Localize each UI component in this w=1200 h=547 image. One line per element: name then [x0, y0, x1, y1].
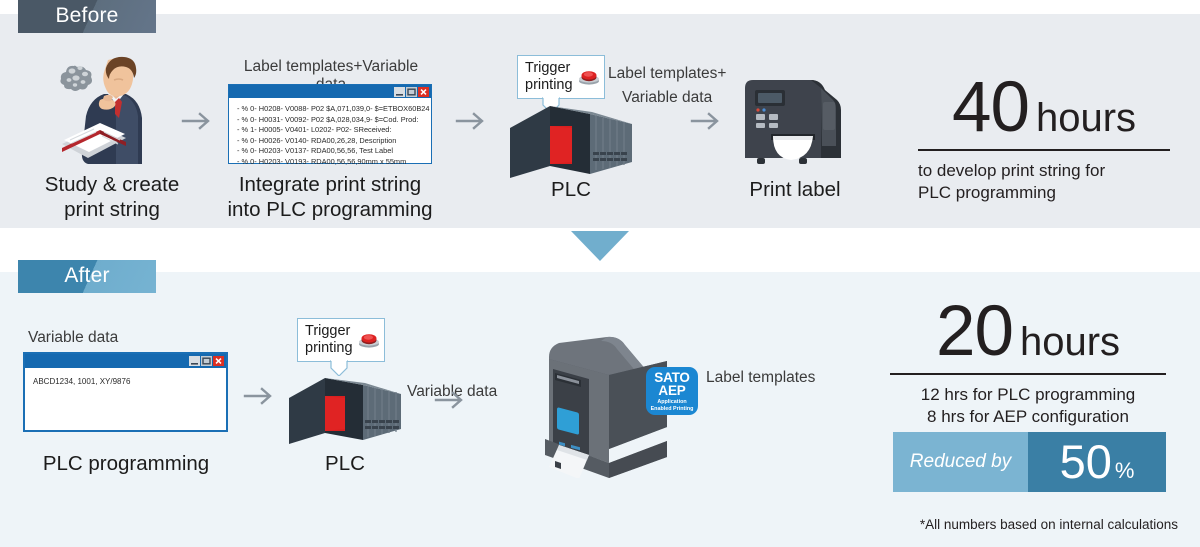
industrial-printer-illustration: [735, 66, 855, 170]
minimize-icon[interactable]: [394, 86, 405, 97]
stat-panel-before: 40 hours to develop print string for PLC…: [918, 72, 1170, 204]
reduced-by-label: Reduced by: [893, 432, 1028, 492]
window-title-bar: [229, 85, 431, 98]
stat-number-before: 40: [951, 68, 1030, 147]
trigger-printing-label: Trigger printing: [305, 323, 353, 356]
stat-subtext-before: to develop print string for PLC programm…: [918, 161, 1106, 202]
step-caption-plc-after: PLC: [325, 452, 365, 475]
trigger-printing-callout[interactable]: Trigger printing: [517, 55, 605, 113]
trigger-printing-label: Trigger printing: [525, 60, 573, 93]
close-icon[interactable]: [418, 86, 429, 97]
code-line: - % 0- H0203- V0193- RDA00,56,56,90mm x …: [237, 156, 407, 166]
variable-data-value: ABCD1234, 1001, XY/9876: [33, 377, 131, 386]
thought-cloud-icon: [60, 65, 92, 91]
desktop-printer-illustration: [497, 333, 669, 479]
step-caption-plc-before: PLC: [551, 178, 591, 201]
step-caption-study-create: Study & create print string: [44, 173, 180, 221]
code-line: - % 0- H0203- V0137- RDA00,56,56, Test L…: [237, 146, 393, 156]
stat-number-after: 20: [935, 292, 1014, 371]
aep-badge-line2: AEP: [658, 383, 686, 399]
variable-data-window[interactable]: ABCD1234, 1001, XY/9876: [23, 352, 228, 432]
minimize-icon[interactable]: [189, 356, 200, 366]
section-tab-before-label: Before: [55, 3, 119, 27]
step-caption-plc-programming: PLC programming: [42, 452, 210, 475]
aep-badge-sub2: Enabled Printing: [650, 405, 694, 412]
stat-divider: [918, 149, 1170, 151]
sato-aep-badge: SATO AEP Application Enabled Printing: [646, 367, 698, 415]
code-line: - % 0- H0031- V0092- P02 $A,028,034,9- $…: [237, 114, 419, 124]
step-caption-print-label: Print label: [749, 178, 841, 201]
variable-data-heading: Variable data: [28, 329, 119, 346]
label-templates-label: Label templates: [706, 369, 816, 386]
footnote: *All numbers based on internal calculati…: [919, 517, 1178, 532]
reduced-by-percent-sign: %: [1114, 458, 1135, 483]
section-tab-before: Before: [18, 0, 156, 33]
window-title-bar: [25, 354, 226, 368]
section-connector-arrow-icon: [571, 231, 629, 265]
stat-headline-before: 40 hours: [918, 72, 1170, 143]
flow-arrow-icon: [181, 110, 215, 132]
reduced-by-banner: Reduced by 50 %: [893, 432, 1166, 492]
red-push-button-icon[interactable]: [578, 69, 600, 85]
flow-arrow-icon: [690, 110, 724, 132]
reduced-by-value-group: 50 %: [1028, 432, 1166, 492]
flow-label-templates-variable-data: Label templates+ Variable data: [608, 65, 727, 106]
trigger-printing-callout[interactable]: Trigger printing: [297, 318, 385, 376]
section-tab-after: After: [18, 260, 156, 293]
close-icon[interactable]: [213, 356, 224, 366]
plc-cabinet-illustration: [285, 372, 405, 448]
stat-panel-after: 20 hours 12 hrs for PLC programming 8 hr…: [890, 296, 1166, 428]
stat-unit-before: hours: [1035, 96, 1137, 140]
variable-data-body: ABCD1234, 1001, XY/9876: [25, 368, 226, 394]
code-line: - % 0- H0026- V0140- RDA00,26,28, Descri…: [237, 135, 397, 145]
plc-cabinet-illustration: [506, 100, 636, 182]
restore-icon[interactable]: [406, 86, 417, 97]
red-push-button-icon[interactable]: [358, 332, 380, 348]
code-body: - % 0- H0208- V0088- P02 $A,071,039,0- $…: [229, 98, 431, 176]
code-line: - % 1- H0005- V0401- L0202- P02- SReceiv…: [237, 125, 392, 135]
flow-arrow-icon: [243, 385, 277, 407]
section-tab-after-label: After: [64, 263, 110, 287]
step-caption-integrate-print-string: Integrate print string into PLC programm…: [227, 173, 433, 221]
flow-arrow-icon: [434, 389, 468, 411]
reduced-by-value: 50: [1059, 435, 1112, 488]
thinking-person-illustration: [52, 52, 172, 170]
code-line: - % 0- H0208- V0088- P02 $A,071,039,0- $…: [237, 104, 430, 113]
print-string-code-window[interactable]: - % 0- H0208- V0088- P02 $A,071,039,0- $…: [228, 84, 432, 166]
stat-divider: [890, 373, 1166, 375]
infographic-canvas: Before Study & create print string Label…: [0, 0, 1200, 547]
stat-headline-after: 20 hours: [890, 296, 1166, 367]
stat-subtext-after: 12 hrs for PLC programming 8 hrs for AEP…: [920, 385, 1136, 426]
restore-icon[interactable]: [201, 356, 212, 366]
stat-unit-after: hours: [1019, 320, 1121, 364]
flow-arrow-icon: [455, 110, 489, 132]
